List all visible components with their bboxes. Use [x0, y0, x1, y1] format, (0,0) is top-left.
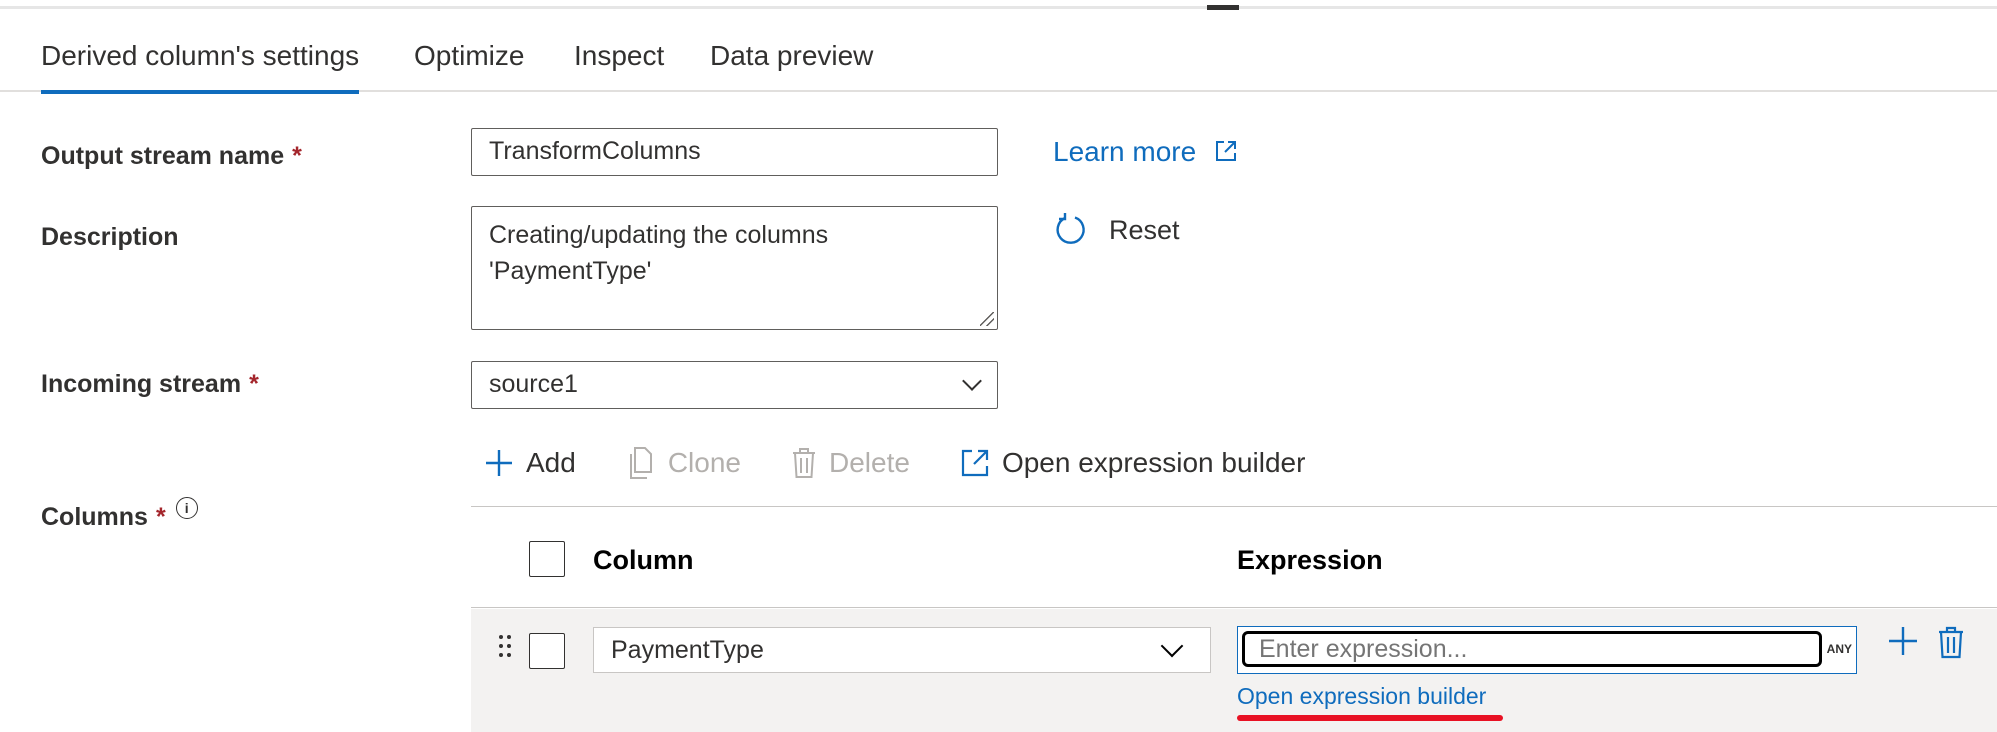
columns-label: Columns * i: [41, 497, 198, 532]
clone-label: Clone: [667, 447, 741, 478]
top-divider: [0, 6, 1997, 9]
grid-header: Column Expression: [471, 507, 1997, 608]
column-name-dropdown[interactable]: PaymentType: [593, 627, 1211, 673]
description-value: Creating/updating the columns 'PaymentTy…: [489, 221, 829, 285]
trash-icon: [1939, 626, 1963, 659]
resize-grip-icon[interactable]: [980, 312, 994, 326]
output-stream-value: TransformColumns: [489, 137, 701, 165]
trash-icon: [793, 448, 815, 478]
settings-tabs: Derived column's settings Optimize Inspe…: [0, 30, 1997, 94]
expression-input[interactable]: [1242, 631, 1822, 667]
table-row: PaymentType ANY Open expression builder: [471, 609, 1997, 732]
incoming-stream-label: Incoming stream *: [41, 370, 259, 399]
delete-label: Delete: [829, 447, 910, 478]
type-badge: ANY: [1826, 642, 1852, 656]
reset-label: Reset: [1109, 214, 1180, 245]
required-mark: *: [155, 503, 166, 531]
chevron-down-icon: [962, 371, 982, 391]
output-stream-label-text: Output stream name: [41, 142, 285, 170]
info-icon[interactable]: i: [175, 497, 198, 519]
tab-derived-column-settings[interactable]: Derived column's settings: [41, 40, 360, 94]
open-expression-builder-link[interactable]: Open expression builder: [1237, 683, 1486, 710]
open-expression-builder-button[interactable]: Open expression builder: [960, 447, 1306, 479]
tab-inspect[interactable]: Inspect: [574, 40, 664, 72]
columns-grid: Column Expression PaymentType ANY Open e…: [471, 506, 1997, 732]
output-stream-input[interactable]: TransformColumns: [471, 128, 998, 176]
incoming-stream-label-text: Incoming stream: [41, 370, 242, 398]
plus-icon: [486, 450, 512, 476]
required-mark: *: [249, 370, 259, 398]
add-row-button[interactable]: [1887, 625, 1919, 662]
external-link-icon: [1214, 138, 1238, 170]
tab-optimize[interactable]: Optimize: [414, 40, 524, 72]
delete-button[interactable]: Delete: [791, 447, 910, 479]
reset-icon: [1056, 213, 1085, 244]
external-link-icon: [961, 449, 989, 477]
incoming-stream-dropdown[interactable]: source1: [471, 361, 998, 409]
incoming-stream-value: source1: [489, 370, 578, 398]
required-mark: *: [292, 142, 302, 170]
annotation-underline: [1237, 715, 1503, 721]
add-button[interactable]: Add: [484, 447, 576, 479]
columns-label-text: Columns: [41, 503, 148, 531]
clone-icon: [629, 447, 652, 479]
column-header: Column: [593, 545, 694, 575]
learn-more-label: Learn more: [1053, 136, 1197, 167]
plus-icon: [1889, 627, 1917, 655]
description-textarea[interactable]: Creating/updating the columns 'PaymentTy…: [471, 206, 998, 330]
add-label: Add: [526, 447, 576, 478]
chevron-down-icon: [1160, 634, 1184, 658]
columns-toolbar: Add Clone Delete Open expression builder: [484, 440, 1355, 486]
panel-resize-handle[interactable]: [1207, 5, 1239, 10]
open-expression-builder-label: Open expression builder: [1001, 447, 1306, 478]
expression-field: ANY: [1237, 626, 1857, 674]
learn-more-link[interactable]: Learn more: [1053, 136, 1238, 170]
output-stream-label: Output stream name *: [41, 142, 302, 171]
select-all-checkbox[interactable]: [529, 541, 565, 577]
expression-header: Expression: [1237, 545, 1383, 575]
tab-data-preview[interactable]: Data preview: [710, 40, 873, 72]
column-name-value: PaymentType: [611, 636, 764, 664]
description-label: Description: [41, 223, 179, 251]
drag-handle-icon[interactable]: [499, 635, 515, 665]
clone-button[interactable]: Clone: [626, 447, 741, 479]
row-checkbox[interactable]: [529, 633, 565, 669]
reset-button[interactable]: Reset: [1053, 212, 1180, 248]
delete-row-button[interactable]: [1937, 625, 1965, 664]
